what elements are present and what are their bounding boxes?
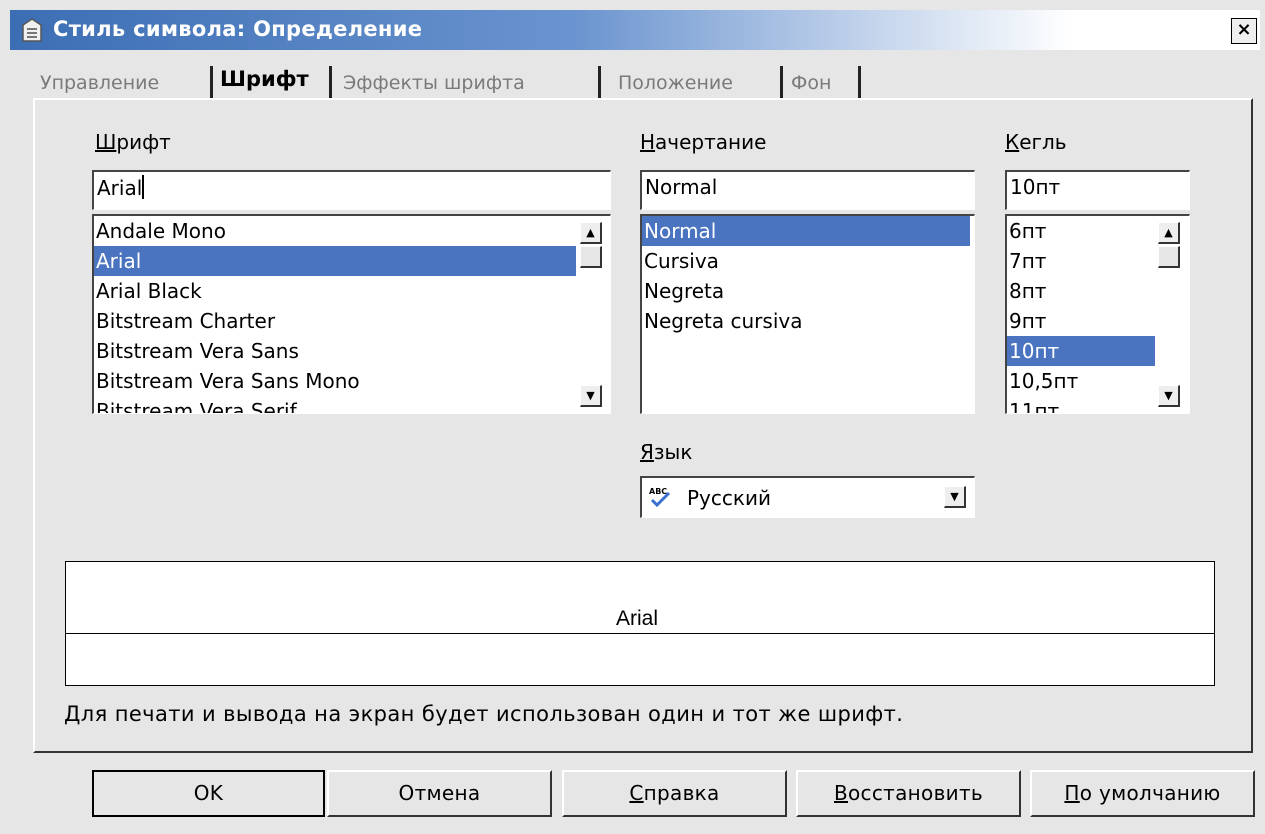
- size-list[interactable]: 6пт 7пт 8пт 9пт 10пт 10,5пт 11пт: [1005, 214, 1190, 414]
- close-icon: ×: [1236, 19, 1252, 40]
- dropdown-button[interactable]: ▼: [944, 486, 966, 508]
- arrow-down-icon: ▼: [1164, 389, 1173, 402]
- close-button[interactable]: ×: [1231, 18, 1257, 44]
- list-item[interactable]: Negreta: [642, 276, 974, 306]
- scroll-down-button[interactable]: ▼: [580, 385, 602, 407]
- font-input[interactable]: Arial: [92, 170, 611, 210]
- arrow-down-icon: ▼: [586, 389, 595, 402]
- svg-text:ABC: ABC: [649, 487, 667, 496]
- default-button[interactable]: По умолчанию: [1030, 770, 1255, 817]
- info-text: Для печати и вывода на экран будет испол…: [64, 702, 904, 726]
- font-label: Шрифт: [95, 130, 171, 154]
- language-value: Русский: [687, 486, 771, 510]
- list-item[interactable]: 9пт: [1007, 306, 1189, 336]
- scrollbar-thumb[interactable]: [1158, 246, 1180, 268]
- style-label: Начертание: [640, 130, 767, 154]
- scroll-up-button[interactable]: ▲: [1158, 222, 1180, 244]
- language-select[interactable]: ABC Русский ▼: [640, 476, 975, 518]
- list-item[interactable]: Bitstream Vera Serif: [94, 396, 610, 413]
- list-item[interactable]: Bitstream Vera Sans: [94, 336, 610, 366]
- list-item[interactable]: Andale Mono: [94, 216, 610, 246]
- list-item-selected[interactable]: Normal: [642, 216, 970, 246]
- tab-separator: [598, 66, 601, 98]
- font-preview: Arial: [65, 561, 1215, 686]
- scrollbar-thumb[interactable]: [580, 246, 602, 268]
- tab-separator: [210, 66, 213, 98]
- title-bar: Стиль символа: Определение ×: [10, 10, 1260, 50]
- font-list[interactable]: Andale Mono Arial Arial Black Bitstream …: [92, 214, 611, 414]
- list-item[interactable]: 8пт: [1007, 276, 1189, 306]
- chevron-down-icon: ▼: [950, 490, 959, 503]
- preview-text: Arial: [614, 607, 661, 631]
- list-item-selected[interactable]: 10пт: [1007, 336, 1155, 366]
- list-item[interactable]: Arial Black: [94, 276, 610, 306]
- list-item[interactable]: Bitstream Vera Sans Mono: [94, 366, 610, 396]
- baseline: [66, 633, 1214, 634]
- arrow-up-icon: ▲: [1164, 226, 1173, 239]
- scroll-up-button[interactable]: ▲: [580, 222, 602, 244]
- size-label: Кегль: [1005, 130, 1067, 154]
- tab-background[interactable]: Фон: [785, 68, 837, 98]
- tab-management[interactable]: Управление: [34, 68, 165, 98]
- tab-separator: [329, 66, 332, 98]
- scroll-down-button[interactable]: ▼: [1158, 385, 1180, 407]
- reset-button[interactable]: Восстановить: [796, 770, 1021, 817]
- size-input[interactable]: 10пт: [1005, 170, 1190, 210]
- list-item-selected[interactable]: Arial: [94, 246, 576, 276]
- style-list[interactable]: Normal Cursiva Negreta Negreta cursiva: [640, 214, 975, 414]
- tab-position[interactable]: Положение: [612, 68, 739, 98]
- app-icon: [22, 18, 42, 42]
- arrow-up-icon: ▲: [586, 226, 595, 239]
- cancel-button[interactable]: Отмена: [327, 770, 552, 817]
- tab-font-effects[interactable]: Эффекты шрифта: [337, 68, 531, 98]
- list-item[interactable]: Cursiva: [642, 246, 974, 276]
- style-input[interactable]: Normal: [640, 170, 975, 210]
- tab-font[interactable]: Шрифт: [214, 64, 315, 94]
- help-button[interactable]: Справка: [562, 770, 787, 817]
- list-item[interactable]: Negreta cursiva: [642, 306, 974, 336]
- tab-separator: [858, 66, 861, 98]
- tab-separator: [780, 66, 783, 98]
- spellcheck-icon: ABC: [649, 487, 671, 508]
- list-item[interactable]: Bitstream Charter: [94, 306, 610, 336]
- ok-button[interactable]: OK: [92, 770, 325, 817]
- language-label: Язык: [640, 440, 693, 464]
- window-title: Стиль символа: Определение: [53, 17, 423, 41]
